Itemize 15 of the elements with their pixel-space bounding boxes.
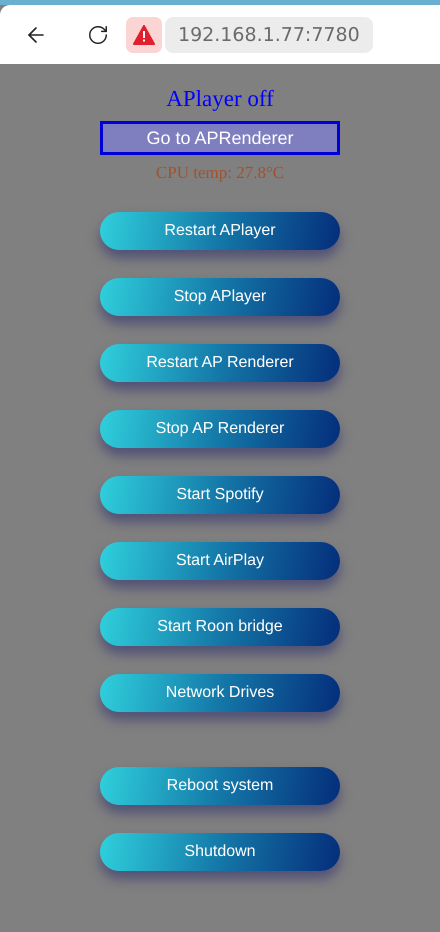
renderer-link-button[interactable]: Go to APRenderer (100, 121, 340, 155)
address-bar[interactable]: 192.168.1.77:7780 (165, 16, 373, 52)
action-button[interactable]: Shutdown (100, 833, 340, 871)
action-button[interactable]: Network Drives (100, 674, 340, 712)
action-button[interactable]: Restart APlayer (100, 212, 340, 250)
action-button[interactable]: Start Spotify (100, 476, 340, 514)
action-button[interactable]: Stop AP Renderer (100, 410, 340, 448)
cpu-temp-text: CPU temp: 27.8°C (156, 163, 284, 183)
action-button[interactable]: Start AirPlay (100, 542, 340, 580)
action-button[interactable]: Reboot system (100, 767, 340, 805)
warning-icon[interactable] (126, 16, 162, 52)
action-button[interactable]: Restart AP Renderer (100, 344, 340, 382)
status-text: APlayer off (166, 86, 274, 112)
action-button[interactable]: Start Roon bridge (100, 608, 340, 646)
action-button[interactable]: Stop APlayer (100, 278, 340, 316)
